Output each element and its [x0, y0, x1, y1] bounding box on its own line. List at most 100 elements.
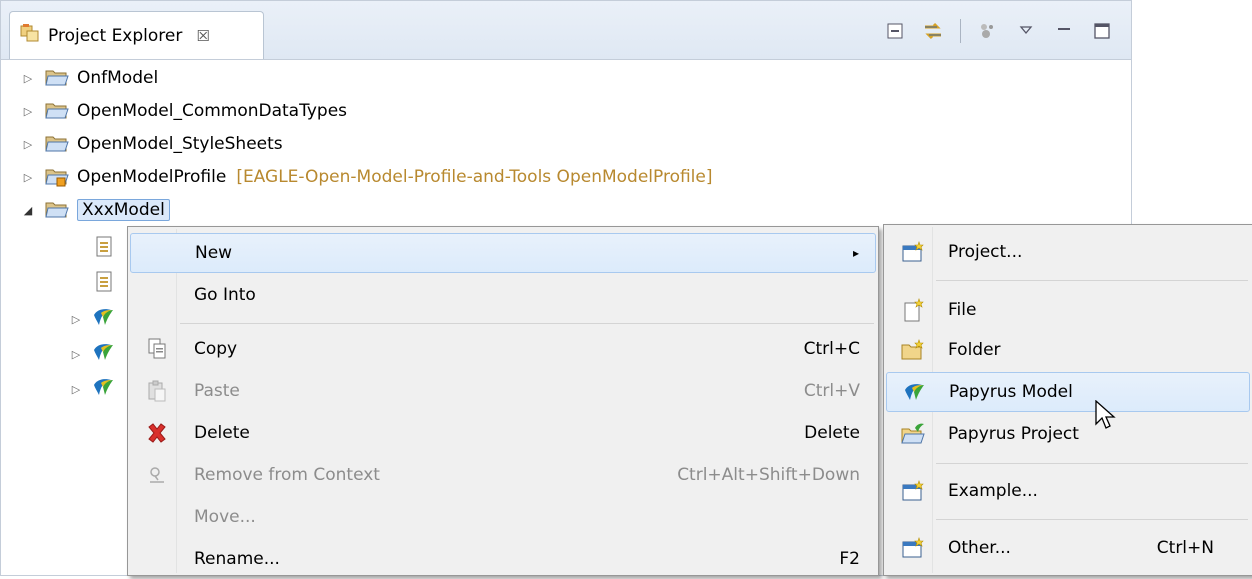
- tree-item-onfmodel[interactable]: ▷ OnfModel: [21, 63, 158, 93]
- file-icon: [95, 271, 113, 298]
- expand-icon[interactable]: ▷: [21, 138, 35, 151]
- tree-item-openmodelprofile[interactable]: ▷ OpenModelProfile [EAGLE-Open-Model-Pro…: [21, 162, 713, 192]
- menu-separator: [936, 280, 1248, 281]
- menu-item-label: New: [195, 243, 233, 263]
- delete-icon: [144, 420, 170, 446]
- menu-separator: [180, 323, 874, 324]
- expand-icon[interactable]: ▷: [21, 105, 35, 118]
- expand-icon[interactable]: ▷: [69, 348, 83, 361]
- menu-item-shortcut: Ctrl+N: [1156, 538, 1214, 558]
- submenu-item-folder[interactable]: Folder: [886, 330, 1250, 370]
- child-papyrus-item[interactable]: ▷: [69, 339, 115, 369]
- tree-item-label: OpenModelProfile: [77, 167, 227, 187]
- menu-item-shortcut: Ctrl+V: [803, 381, 860, 401]
- new-other-icon: [900, 535, 926, 561]
- menu-item-shortcut: Ctrl+Alt+Shift+Down: [677, 465, 860, 485]
- new-folder-icon: [900, 337, 926, 363]
- tree-item-label: OnfModel: [77, 68, 159, 88]
- menu-item-label: Delete: [194, 423, 250, 443]
- papyrus-icon: [91, 340, 115, 369]
- submenu-item-example[interactable]: Example...: [886, 471, 1250, 511]
- tree-item-xxxmodel[interactable]: ◢ XxxModel: [21, 195, 170, 225]
- menu-item-label: Papyrus Project: [948, 424, 1079, 444]
- copy-icon: [144, 336, 170, 362]
- child-papyrus-item[interactable]: ▷: [69, 304, 115, 334]
- tab-project-explorer[interactable]: Project Explorer ☒: [9, 11, 264, 59]
- link-with-editor-icon[interactable]: [922, 20, 944, 42]
- filters-icon[interactable]: [977, 20, 999, 42]
- maximize-icon[interactable]: [1091, 20, 1113, 42]
- menu-item-shortcut: F2: [839, 549, 860, 569]
- menu-item-move[interactable]: Move...: [130, 497, 876, 537]
- expand-icon[interactable]: ▷: [69, 383, 83, 396]
- submenu-item-papyrus-model[interactable]: Papyrus Model: [886, 372, 1250, 412]
- git-folder-icon: [45, 167, 69, 187]
- menu-item-label: Move...: [194, 507, 256, 527]
- menu-item-copy[interactable]: Copy Ctrl+C: [130, 329, 876, 369]
- menu-item-shortcut: Delete: [804, 423, 860, 443]
- submenu-item-other[interactable]: Other... Ctrl+N: [886, 528, 1250, 568]
- menu-item-label: Example...: [948, 481, 1038, 501]
- menu-item-label: Project...: [948, 242, 1023, 262]
- submenu-item-file[interactable]: File: [886, 290, 1250, 330]
- close-icon[interactable]: ☒: [196, 27, 209, 45]
- child-file-item[interactable]: [95, 269, 113, 299]
- repository-decoration: [EAGLE-Open-Model-Profile-and-Tools Open…: [236, 167, 713, 187]
- tree-item-label: OpenModel_StyleSheets: [77, 134, 283, 154]
- menu-item-label: Papyrus Model: [949, 382, 1073, 402]
- context-menu: New ▸ Go Into Copy Ctrl+C Paste Ctrl+V D…: [127, 226, 879, 576]
- tab-title: Project Explorer: [48, 25, 183, 46]
- menu-item-paste[interactable]: Paste Ctrl+V: [130, 371, 876, 411]
- folder-icon: [45, 68, 69, 88]
- menu-item-label: Rename...: [194, 549, 280, 569]
- tree-item-label: OpenModel_CommonDataTypes: [77, 101, 348, 121]
- paste-icon: [144, 378, 170, 404]
- menu-item-label: Folder: [948, 340, 1001, 360]
- submenu-arrow-icon: ▸: [852, 246, 859, 260]
- new-file-icon: [900, 297, 926, 323]
- papyrus-icon: [901, 379, 927, 405]
- expand-icon[interactable]: ▷: [69, 313, 83, 326]
- mouse-pointer-icon: [1095, 399, 1117, 437]
- menu-separator: [936, 519, 1248, 520]
- child-file-item[interactable]: [95, 234, 113, 264]
- view-toolbar: [884, 17, 1113, 45]
- collapse-all-icon[interactable]: [884, 20, 906, 42]
- menu-item-new[interactable]: New ▸: [130, 233, 876, 273]
- view-header: Project Explorer ☒: [1, 1, 1131, 60]
- menu-item-rename[interactable]: Rename... F2: [130, 539, 876, 579]
- papyrus-icon: [91, 305, 115, 334]
- papyrus-icon: [91, 375, 115, 404]
- menu-item-label: Other...: [948, 538, 1011, 558]
- collapse-icon[interactable]: ◢: [21, 204, 35, 217]
- file-icon: [95, 236, 113, 263]
- menu-item-shortcut: Ctrl+C: [803, 339, 860, 359]
- tree-item-commondatatypes[interactable]: ▷ OpenModel_CommonDataTypes: [21, 96, 347, 126]
- minimize-icon[interactable]: [1053, 20, 1075, 42]
- menu-item-label: Go Into: [194, 285, 256, 305]
- remove-context-icon: [144, 462, 170, 488]
- menu-item-label: Remove from Context: [194, 465, 380, 485]
- toolbar-separator: [960, 19, 961, 43]
- submenu-item-project[interactable]: Project...: [886, 232, 1250, 272]
- folder-icon: [45, 101, 69, 121]
- new-submenu: Project... File Folder Papyrus Model Pap…: [883, 224, 1252, 576]
- menu-item-remove-from-context[interactable]: Remove from Context Ctrl+Alt+Shift+Down: [130, 455, 876, 495]
- new-example-icon: [900, 478, 926, 504]
- tree-item-label: XxxModel: [77, 199, 170, 221]
- new-project-icon: [900, 239, 926, 265]
- menu-item-label: Copy: [194, 339, 238, 359]
- project-explorer-icon: [20, 23, 40, 48]
- menu-item-go-into[interactable]: Go Into: [130, 275, 876, 315]
- menu-item-delete[interactable]: Delete Delete: [130, 413, 876, 453]
- child-papyrus-item[interactable]: ▷: [69, 374, 115, 404]
- folder-icon: [45, 200, 69, 220]
- folder-icon: [45, 134, 69, 154]
- view-menu-icon[interactable]: [1015, 20, 1037, 42]
- expand-icon[interactable]: ▷: [21, 171, 35, 184]
- menu-separator: [936, 463, 1248, 464]
- submenu-item-papyrus-project[interactable]: Papyrus Project: [886, 414, 1250, 454]
- expand-icon[interactable]: ▷: [21, 72, 35, 85]
- tree-item-stylesheets[interactable]: ▷ OpenModel_StyleSheets: [21, 129, 283, 159]
- papyrus-project-icon: [900, 421, 926, 447]
